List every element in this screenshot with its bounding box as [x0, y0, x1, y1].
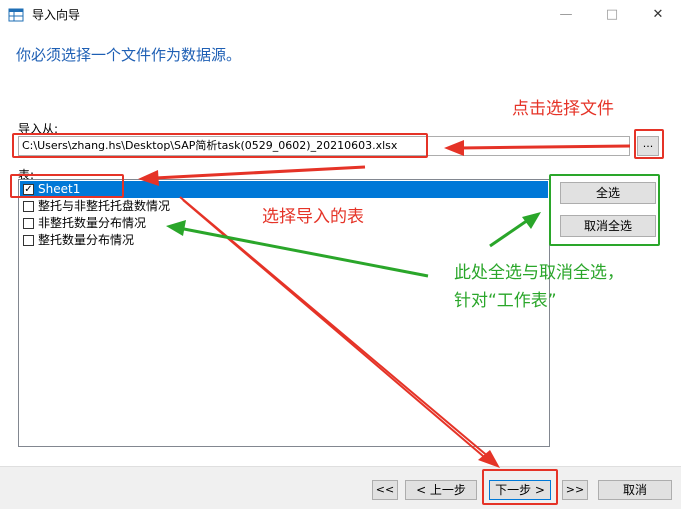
list-item-label: 整托与非整托托盘数情况	[38, 199, 171, 213]
annotation-select-table: 选择导入的表	[262, 207, 364, 227]
close-button[interactable]: ✕	[635, 0, 681, 30]
list-item[interactable]: 整托数量分布情况	[20, 232, 548, 249]
annotation-box-sheet1	[10, 174, 124, 198]
annotation-box-path	[12, 133, 428, 158]
annotation-box-browse	[634, 129, 664, 159]
list-item-label: 整托数量分布情况	[38, 233, 135, 247]
checkbox[interactable]	[23, 235, 34, 246]
cancel-button[interactable]: 取消	[598, 480, 672, 500]
checkbox[interactable]	[23, 201, 34, 212]
title-bar: 导入向导 — □ ✕	[0, 0, 681, 30]
maximize-button[interactable]: □	[589, 0, 635, 30]
annotation-box-next	[482, 469, 558, 505]
annotation-click-select-file: 点击选择文件	[512, 99, 614, 119]
annotation-select-all-note-1: 此处全选与取消全选，	[454, 263, 624, 283]
minimize-button[interactable]: —	[543, 0, 589, 30]
annotation-box-select-buttons	[549, 174, 660, 246]
list-item-label: 非整托数量分布情况	[38, 216, 147, 230]
first-step-button[interactable]: <<	[372, 480, 398, 500]
page-heading: 你必须选择一个文件作为数据源。	[16, 46, 242, 64]
table-wizard-icon	[8, 8, 24, 22]
checkbox[interactable]	[23, 218, 34, 229]
window-title: 导入向导	[32, 8, 81, 22]
last-step-button[interactable]: >>	[562, 480, 588, 500]
previous-step-button[interactable]: < 上一步	[405, 480, 477, 500]
annotation-select-all-note-2: 针对“工作表”	[454, 291, 557, 311]
